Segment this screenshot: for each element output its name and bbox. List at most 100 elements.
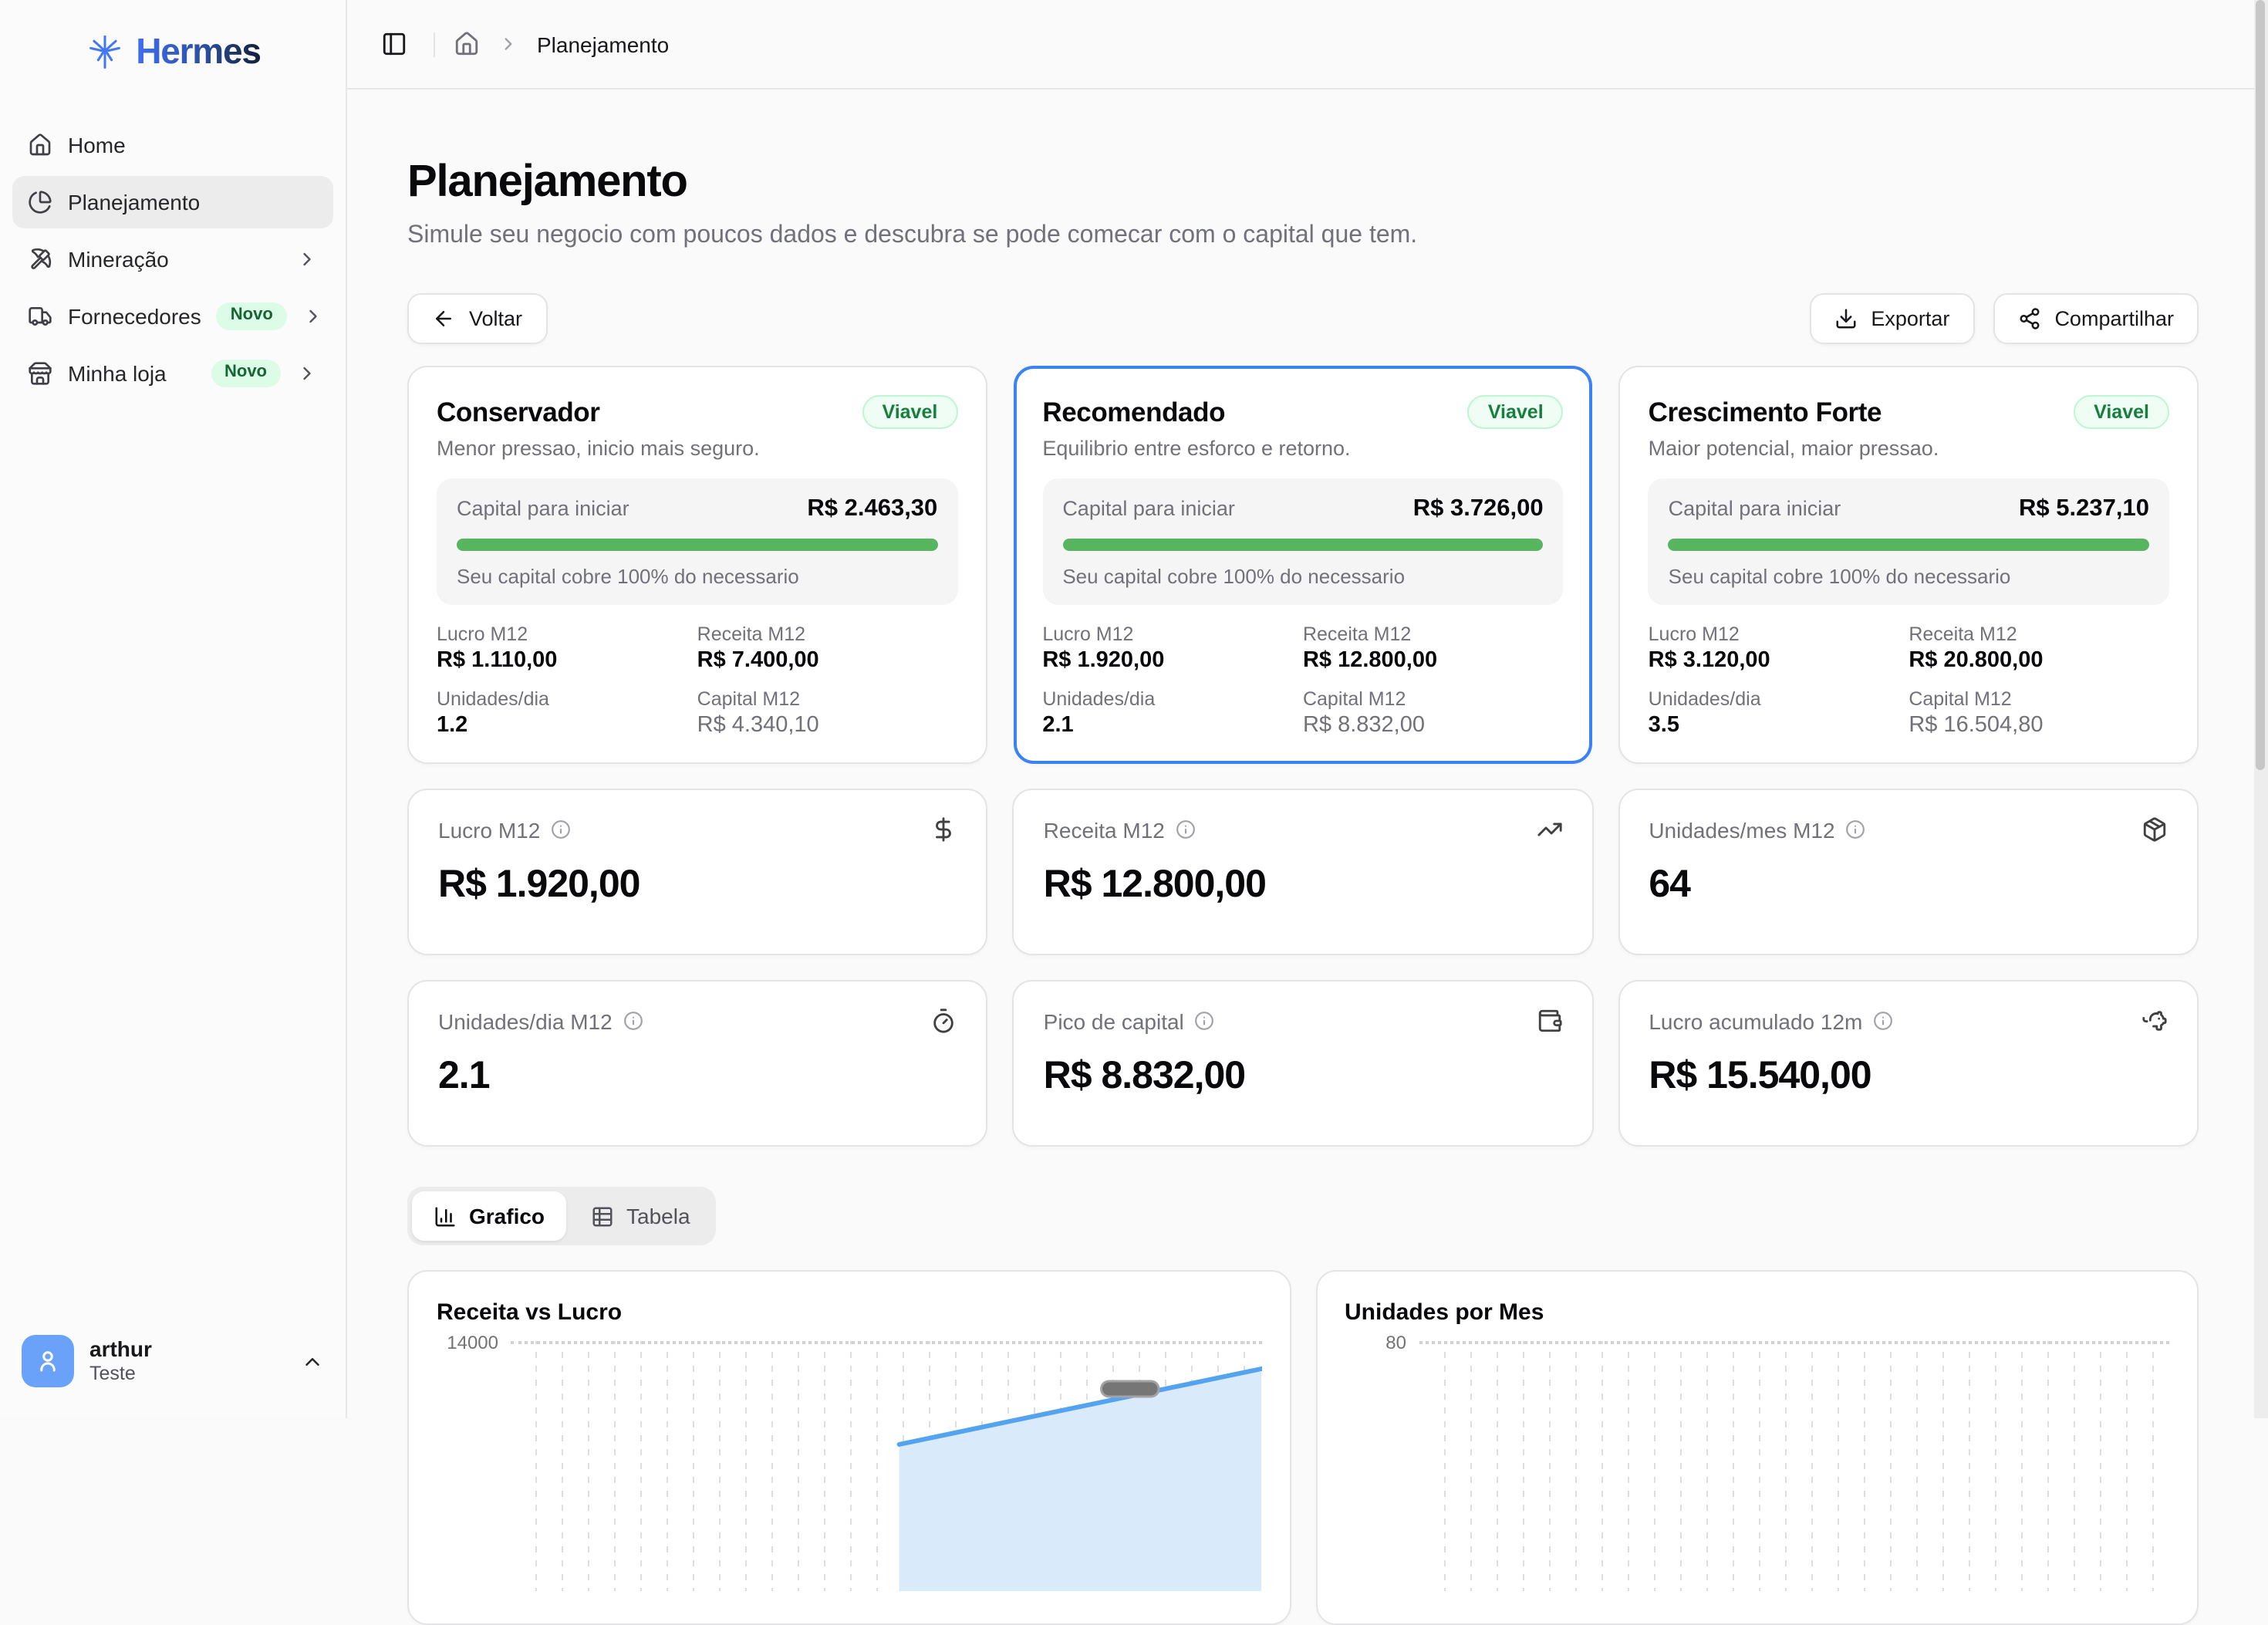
sidebar-item-home[interactable]: Home — [12, 119, 333, 171]
download-icon — [1834, 307, 1857, 330]
chevron-right-icon — [498, 34, 518, 54]
tab-grafico[interactable]: Grafico — [412, 1191, 566, 1241]
capital-value: R$ 2.463,30 — [807, 495, 937, 523]
coverage-note: Seu capital cobre 100% do necessario — [457, 565, 937, 588]
chart-title: Unidades por Mes — [1345, 1299, 2169, 1326]
capital-progress-bar — [1669, 539, 2149, 551]
metric-label: Unidades/dia M12 — [438, 1008, 613, 1033]
y-axis-tick: 14000 — [437, 1332, 498, 1591]
chart-column-icon — [434, 1204, 457, 1228]
stat-value: R$ 7.400,00 — [697, 648, 958, 673]
stat-label: Capital M12 — [1909, 688, 2169, 710]
chart-plot-area — [511, 1341, 1261, 1591]
sidebar-item-mineracao[interactable]: Mineração — [12, 233, 333, 285]
tab-tabela[interactable]: Tabela — [569, 1191, 712, 1241]
user-menu[interactable]: arthur Teste — [12, 1326, 333, 1397]
scenario-card-recomendado[interactable]: Recomendado Viavel Equilibrio entre esfo… — [1013, 366, 1592, 764]
main-area: Planejamento Planejamento Simule seu neg… — [347, 0, 2268, 1418]
capital-value: R$ 5.237,10 — [2019, 495, 2149, 523]
coverage-note: Seu capital cobre 100% do necessario — [1669, 565, 2149, 588]
sidebar-item-minha-loja[interactable]: Minha loja Novo — [12, 347, 333, 400]
sidebar-item-label: Home — [68, 133, 126, 157]
metric-card-pico-de-capital: Pico de capital R$ 8.832,00 — [1013, 980, 1594, 1147]
scenario-name: Conservador — [437, 396, 600, 428]
actions-row: Voltar Exportar Compartilhar — [407, 293, 2199, 344]
panel-left-icon — [380, 31, 407, 57]
info-icon[interactable] — [623, 1011, 643, 1031]
back-button[interactable]: Voltar — [407, 293, 547, 344]
novo-badge: Novo — [217, 302, 287, 330]
info-icon[interactable] — [551, 819, 571, 840]
scrollbar-thumb[interactable] — [2256, 0, 2265, 770]
y-axis-tick: 80 — [1345, 1332, 1406, 1591]
stat-value: 2.1 — [1042, 713, 1303, 738]
metric-value: R$ 8.832,00 — [1044, 1054, 1563, 1099]
metric-card-unidades-mes-m12: Unidades/mes M12 64 — [1618, 789, 2199, 955]
metric-value: R$ 12.800,00 — [1044, 863, 1563, 907]
metric-card-lucro-m12: Lucro M12 R$ 1.920,00 — [407, 789, 988, 955]
info-icon[interactable] — [1195, 1011, 1215, 1031]
info-icon[interactable] — [1873, 1011, 1893, 1031]
share-button[interactable]: Compartilhar — [1993, 293, 2199, 344]
capital-label: Capital para iniciar — [457, 497, 629, 520]
stat-label: Receita M12 — [1909, 623, 2169, 645]
chart-title: Receita vs Lucro — [437, 1299, 1261, 1326]
table-icon — [591, 1204, 614, 1228]
chart-card-receita-vs-lucro: Receita vs Lucro 14000 — [407, 1270, 1291, 1625]
capital-box: Capital para iniciar R$ 3.726,00 Seu cap… — [1042, 478, 1563, 605]
scenario-name: Crescimento Forte — [1649, 396, 1882, 428]
metric-card-lucro-acumulado-12m: Lucro acumulado 12m R$ 15.540,00 — [1618, 980, 2199, 1147]
scrollbar-track — [2254, 0, 2268, 1418]
info-icon[interactable] — [1846, 819, 1866, 840]
metric-label: Lucro M12 — [438, 817, 540, 842]
capital-box: Capital para iniciar R$ 2.463,30 Seu cap… — [437, 478, 957, 605]
back-button-label: Voltar — [469, 307, 522, 330]
chevron-up-icon — [301, 1350, 324, 1373]
scenario-name: Recomendado — [1042, 396, 1225, 428]
stat-value: R$ 4.340,10 — [697, 713, 958, 738]
share-icon — [2017, 307, 2040, 330]
export-button-label: Exportar — [1871, 307, 1949, 330]
topbar-divider — [434, 32, 435, 56]
metric-label: Lucro acumulado 12m — [1649, 1008, 1862, 1033]
actions-right: Exportar Compartilhar — [1809, 293, 2199, 344]
info-icon[interactable] — [1176, 819, 1196, 840]
export-button[interactable]: Exportar — [1809, 293, 1974, 344]
viavel-badge: Viavel — [1468, 395, 1564, 429]
scenario-card-crescimento-forte[interactable]: Crescimento Forte Viavel Maior potencial… — [1619, 366, 2199, 764]
capital-progress-bar — [457, 539, 937, 551]
metric-cards: Lucro M12 R$ 1.920,00 Receita M12 R$ 12.… — [407, 789, 2199, 1147]
stat-value: 3.5 — [1649, 713, 1909, 738]
metric-card-unidades-dia-m12: Unidades/dia M12 2.1 — [407, 980, 988, 1147]
scenario-card-conservador[interactable]: Conservador Viavel Menor pressao, inicio… — [407, 366, 987, 764]
capital-box: Capital para iniciar R$ 5.237,10 Seu cap… — [1649, 478, 2169, 605]
sidebar-item-planejamento[interactable]: Planejamento — [12, 176, 333, 228]
capital-value: R$ 3.726,00 — [1413, 495, 1544, 523]
receita-lucro-line-series — [511, 1344, 1261, 1591]
chart-plot-area — [1419, 1341, 2169, 1591]
capital-label: Capital para iniciar — [1669, 497, 1841, 520]
breadcrumb-home-icon[interactable] — [454, 31, 480, 57]
page-title: Planejamento — [407, 157, 2199, 208]
chevron-right-icon — [296, 363, 318, 384]
dollar-sign-icon — [931, 816, 957, 843]
user-subtitle: Teste — [89, 1363, 152, 1386]
user-icon — [34, 1347, 62, 1375]
page-content: Planejamento Simule seu negocio com pouc… — [347, 90, 2268, 1625]
tab-grafico-label: Grafico — [469, 1204, 545, 1228]
stat-label: Capital M12 — [697, 688, 958, 710]
logo-text: Hermes — [136, 31, 261, 73]
chevron-right-icon — [296, 248, 318, 270]
sidebar-item-fornecedores[interactable]: Fornecedores Novo — [12, 290, 333, 343]
sidebar-toggle-button[interactable] — [372, 22, 415, 66]
share-button-label: Compartilhar — [2054, 307, 2174, 330]
stat-label: Lucro M12 — [1042, 623, 1303, 645]
logo: Hermes — [12, 19, 333, 79]
breadcrumb-current: Planejamento — [537, 32, 669, 56]
scenario-cards: Conservador Viavel Menor pressao, inicio… — [407, 366, 2199, 764]
metric-label: Pico de capital — [1044, 1008, 1184, 1033]
scenario-description: Equilibrio entre esforco e retorno. — [1042, 437, 1563, 460]
package-icon — [2141, 816, 2168, 843]
sidebar: Hermes Home Planejamento — [0, 0, 347, 1418]
view-tabs: Grafico Tabela — [407, 1187, 717, 1245]
